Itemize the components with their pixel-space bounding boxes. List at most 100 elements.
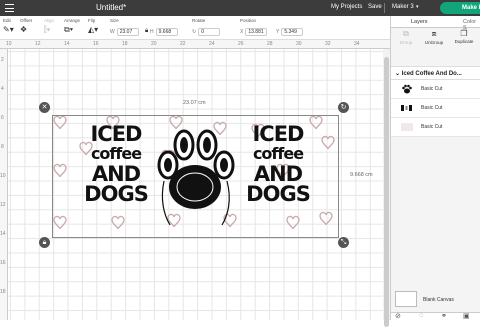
ruler-tick: 18	[122, 41, 128, 47]
ruler-tick: 6	[1, 115, 4, 121]
ruler-tick: 34	[354, 41, 360, 47]
align-tool[interactable]: Align ⫿▾	[44, 18, 54, 34]
ruler-tick: 8	[1, 144, 4, 150]
flatten-icon[interactable]: ▣	[463, 312, 470, 320]
group-icon: ⧉	[403, 29, 409, 38]
layer-label: Basic Cut	[421, 86, 443, 92]
panel-tabs: Layers Color S	[391, 16, 480, 31]
project-title: Untitled*	[96, 3, 127, 12]
group-label: Group	[399, 40, 413, 45]
text-thumbnail-icon	[401, 105, 412, 111]
rotate-field[interactable]: ↻ 0	[192, 28, 221, 37]
lock-icon[interactable]: 🔒︎	[145, 28, 148, 37]
position-label: Position	[240, 18, 257, 23]
duplicate-button[interactable]: ❐ Duplicate	[449, 29, 479, 44]
arrange-icon: ⧉▾	[64, 25, 74, 34]
combine-icon[interactable]: ◌	[419, 312, 423, 319]
rotate-input[interactable]: 0	[198, 28, 221, 36]
my-projects-button[interactable]: My Projects	[331, 4, 362, 10]
edit-tool[interactable]: Edit ✎▾	[3, 18, 14, 34]
x-key: X	[240, 29, 244, 36]
rotate-icon: ↻	[192, 29, 197, 36]
machine-select[interactable]: Maker 3	[392, 4, 414, 10]
chevron-down-icon[interactable]: ⌄	[395, 71, 400, 77]
width-input[interactable]: 23.07	[116, 28, 139, 36]
selection-box[interactable]	[52, 115, 339, 238]
chevron-down-icon[interactable]: ▾	[416, 4, 419, 10]
edit-icon: ✎▾	[3, 25, 14, 34]
ruler-tick: 10	[0, 173, 6, 179]
size-tool: Size	[110, 18, 119, 23]
resize-handle[interactable]: ⤡	[338, 237, 349, 248]
divider	[384, 3, 385, 13]
blank-canvas-label: Blank Canvas	[423, 297, 454, 303]
ruler-tick: 16	[0, 260, 6, 266]
edit-toolbar: Edit ✎▾ Offset ❖ Align ⫿▾ Arrange ⧉▾ Flip ◭▾ …	[0, 16, 390, 40]
ruler-tick: 12	[0, 202, 6, 208]
rotate-label: Rotate	[192, 18, 206, 23]
width-field[interactable]: W 23.07	[110, 28, 139, 37]
rotate-handle[interactable]: ↻	[338, 102, 349, 113]
offset-tool[interactable]: Offset ❖	[20, 18, 32, 34]
menu-icon[interactable]	[5, 4, 14, 12]
layer-label: Basic Cut	[421, 105, 443, 111]
scrollbar-thumb[interactable]	[384, 57, 389, 327]
arrange-tool[interactable]: Arrange ⧉▾	[64, 18, 80, 34]
ruler-tick: 20	[151, 41, 157, 47]
duplicate-icon: ❐	[460, 29, 468, 38]
vertical-scrollbar[interactable]	[383, 49, 390, 327]
layer-row[interactable]: Basic Cut	[391, 118, 480, 137]
edit-label: Edit	[3, 18, 11, 23]
top-ruler: 10 12 14 16 18 20 22 24 26 28 30 32 34	[0, 40, 390, 49]
layer-group-header[interactable]: ⌄ Iced Coffee And Do...	[391, 66, 480, 80]
offset-label: Offset	[20, 18, 32, 23]
flip-tool[interactable]: Flip ◭▾	[88, 18, 98, 34]
ruler-tick: 2	[1, 57, 4, 63]
ungroup-button[interactable]: ⧈ UnGroup	[419, 29, 449, 45]
x-field[interactable]: X 13.881	[240, 28, 268, 37]
height-input[interactable]: 9.668	[155, 28, 178, 36]
hearts-thumbnail-icon	[401, 123, 413, 131]
width-key: W	[110, 29, 115, 36]
group-name: Iced Coffee And Do...	[401, 71, 462, 77]
arrange-label: Arrange	[64, 18, 81, 23]
ruler-tick: 14	[64, 41, 70, 47]
ruler-tick: 10	[6, 41, 12, 47]
x-input[interactable]: 13.881	[245, 28, 268, 36]
y-field[interactable]: Y 5.349	[276, 28, 304, 37]
tab-layers[interactable]: Layers	[411, 19, 428, 25]
layer-label: Basic Cut	[421, 124, 443, 130]
attach-icon[interactable]: ⚭	[441, 312, 447, 320]
make-it-button[interactable]: Make It	[440, 2, 480, 14]
flip-icon: ◭▾	[88, 25, 99, 34]
layers-panel: Layers Color S ⧉ Group ⧈ UnGroup ❐ Duplicat…	[390, 16, 480, 320]
rotate-tool: Rotate	[192, 18, 205, 23]
ruler-tick: 16	[93, 41, 99, 47]
ruler-tick: 28	[267, 41, 273, 47]
duplicate-label: Duplicate	[454, 39, 474, 44]
delete-handle[interactable]: ✕	[39, 102, 50, 113]
position-tool: Position	[240, 18, 256, 23]
ungroup-label: UnGroup	[424, 40, 444, 45]
height-field[interactable]: H 9.668	[150, 28, 178, 37]
ruler-tick: 4	[1, 86, 4, 92]
height-key: H	[150, 29, 154, 36]
panel-footer-actions: ⊘ ◌ ⚭ ▣	[391, 312, 480, 320]
blank-canvas-row[interactable]: Blank Canvas	[391, 291, 480, 313]
ruler-tick: 30	[296, 41, 302, 47]
y-key: Y	[276, 29, 280, 36]
align-label: Align	[44, 18, 55, 23]
layer-row[interactable]: Basic Cut	[391, 99, 480, 118]
ruler-tick: 26	[238, 41, 244, 47]
ungroup-icon: ⧈	[431, 29, 437, 38]
width-dimension-label: 23.07 cm	[183, 100, 206, 106]
ruler-tick: 14	[0, 231, 6, 237]
ruler-tick: 24	[209, 41, 215, 47]
ruler-tick: 12	[35, 41, 41, 47]
layer-row[interactable]: Basic Cut	[391, 80, 480, 99]
y-input[interactable]: 5.349	[281, 28, 304, 36]
slice-icon[interactable]: ⊘	[395, 312, 401, 320]
group-button[interactable]: ⧉ Group	[391, 29, 421, 45]
save-button[interactable]: Save	[368, 4, 382, 10]
lock-handle[interactable]: 🔒︎	[39, 237, 50, 248]
